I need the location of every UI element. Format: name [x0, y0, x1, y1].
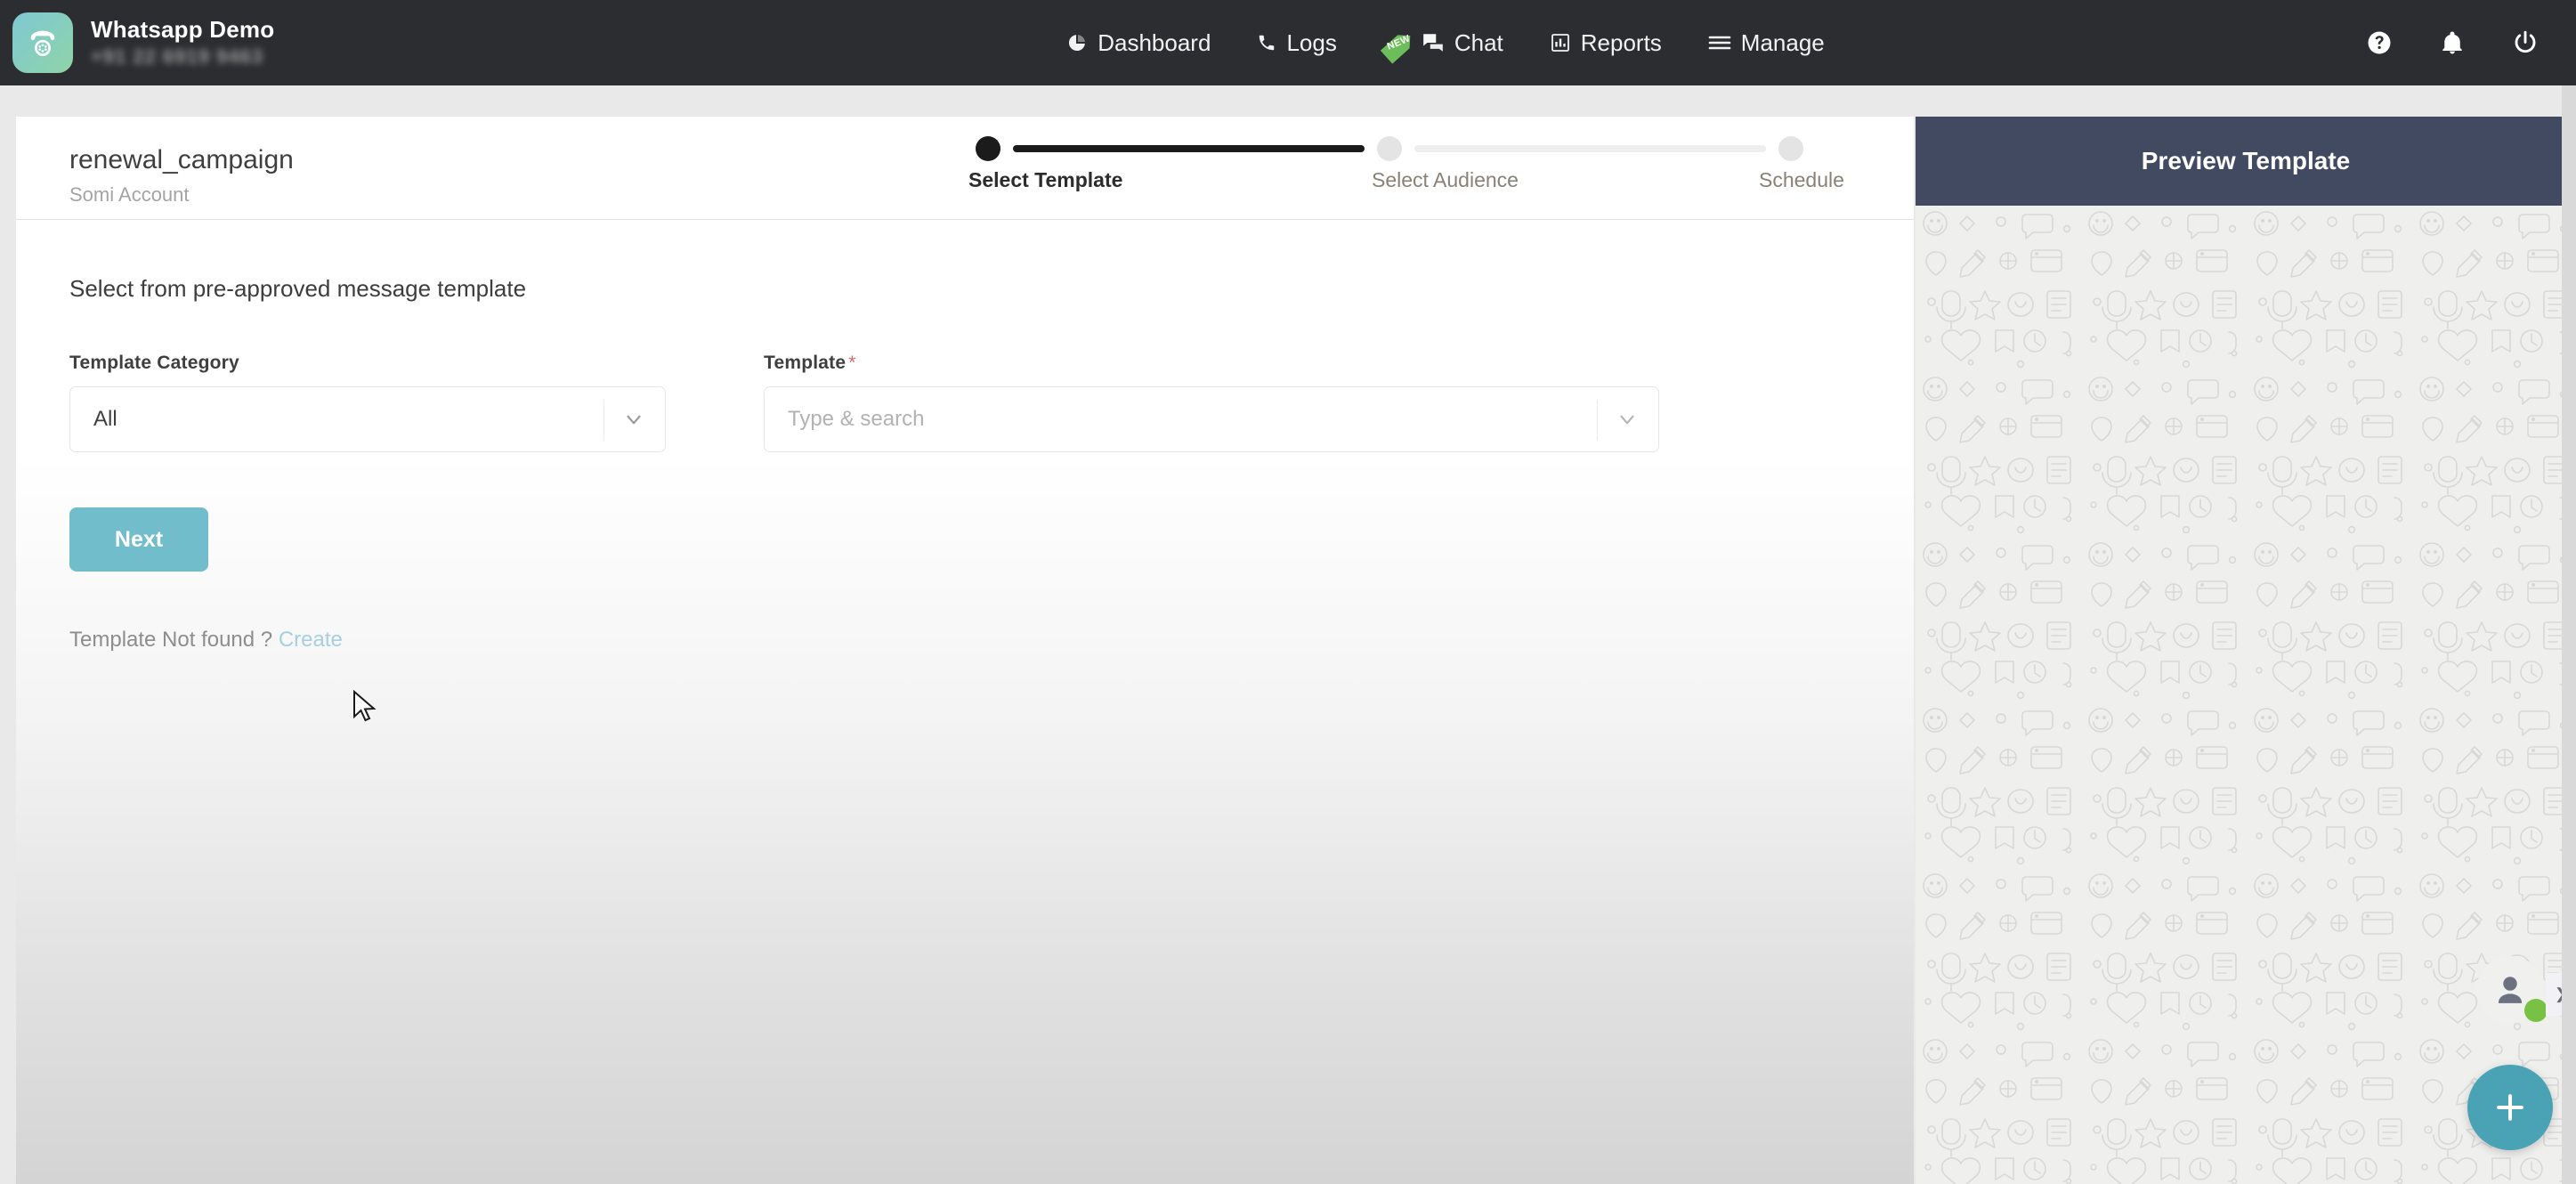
preview-title: Preview Template [2142, 147, 2350, 175]
not-found-label: Template Not found ? [69, 628, 272, 652]
nav-item-label: Dashboard [1098, 29, 1211, 57]
new-badge: NEW [1383, 28, 1424, 58]
campaign-card: renewal_campaign Somi Account Select Tem… [16, 117, 1914, 1184]
bell-icon[interactable] [2439, 29, 2466, 56]
add-floating-button[interactable] [2467, 1065, 2553, 1150]
required-asterisk: * [848, 353, 855, 373]
nav-item-dashboard[interactable]: Dashboard [1066, 29, 1211, 57]
nav-item-label: Chat [1454, 29, 1503, 57]
template-label: Template* [764, 353, 1659, 374]
step-dot-select-template[interactable] [976, 136, 1000, 161]
phone-logo-icon [12, 12, 73, 73]
brand-block[interactable]: Whatsapp Demo +91 22 6919 9463 [0, 12, 570, 73]
step-label-select-audience: Select Audience [1372, 168, 1519, 192]
nav-item-label: Reports [1581, 29, 1662, 57]
pie-chart-icon [1066, 32, 1088, 53]
page-subtitle: Somi Account [69, 183, 190, 207]
nav-item-chat[interactable]: NEW Chat [1383, 28, 1503, 58]
template-not-found-text: Template Not found ? Create [69, 628, 1860, 653]
nav-item-label: Manage [1741, 29, 1825, 57]
preview-contact-avatar[interactable] [2476, 956, 2544, 1024]
template-search-select[interactable]: Type & search [764, 386, 1659, 452]
stepper-labels: Select Template Select Audience Schedule [976, 168, 1803, 199]
page-title: renewal_campaign [69, 145, 294, 175]
select-divider [603, 400, 604, 441]
nav-links: Dashboard Logs NEW [525, 28, 2366, 58]
preview-panel: Preview Template [1916, 117, 2576, 1184]
hamburger-icon [1708, 33, 1731, 53]
template-label-text: Template [764, 353, 846, 373]
step-label-select-template: Select Template [968, 168, 1122, 192]
doodle-pattern-icon [1916, 206, 2576, 1184]
template-category-select[interactable]: All [69, 386, 666, 452]
template-form-row: Template Category All Template* [69, 353, 1860, 452]
next-button[interactable]: Next [69, 507, 208, 572]
field-template: Template* Type & search [764, 353, 1659, 452]
brand-phone: +91 22 6919 9463 [91, 45, 274, 69]
step-connector-1 [1013, 145, 1365, 152]
step-label-schedule: Schedule [1759, 168, 1844, 192]
page-scrollbar[interactable] [2562, 85, 2576, 1184]
power-icon[interactable] [2512, 29, 2539, 56]
chevron-down-icon[interactable] [622, 408, 645, 431]
template-category-label: Template Category [69, 353, 666, 374]
card-header: renewal_campaign Somi Account Select Tem… [16, 117, 1914, 220]
section-title: Select from pre-approved message templat… [69, 275, 1860, 303]
top-navbar: Whatsapp Demo +91 22 6919 9463 Dashboard… [0, 0, 2576, 85]
brand-name: Whatsapp Demo [91, 17, 274, 44]
field-template-category: Template Category All [69, 353, 666, 452]
template-category-value: All [70, 407, 117, 432]
nav-item-manage[interactable]: Manage [1708, 29, 1825, 57]
nav-item-logs[interactable]: Logs [1257, 29, 1336, 57]
nav-item-reports[interactable]: Reports [1550, 29, 1662, 57]
step-connector-2 [1414, 145, 1766, 152]
card-body: Select from pre-approved message templat… [16, 275, 1914, 653]
step-dot-select-audience[interactable] [1377, 136, 1402, 161]
create-template-link[interactable]: Create [279, 628, 343, 652]
help-icon[interactable] [2366, 29, 2393, 56]
content-area: renewal_campaign Somi Account Select Tem… [0, 85, 2576, 1184]
template-search-placeholder: Type & search [765, 407, 924, 432]
comments-icon [1422, 31, 1445, 54]
nav-item-label: Logs [1286, 29, 1336, 57]
select-divider [1597, 400, 1598, 441]
preview-header: Preview Template [1916, 117, 2576, 206]
chevron-down-icon[interactable] [1616, 408, 1639, 431]
navbar-actions [2366, 29, 2576, 56]
phone-icon [1257, 33, 1276, 53]
bar-chart-icon [1550, 32, 1571, 53]
whatsapp-doodle-background: ❯ [1916, 206, 2576, 1184]
status-badge [2524, 999, 2548, 1022]
stepper-track [976, 136, 1803, 161]
step-dot-schedule[interactable] [1778, 136, 1803, 161]
plus-icon [2491, 1088, 2530, 1127]
